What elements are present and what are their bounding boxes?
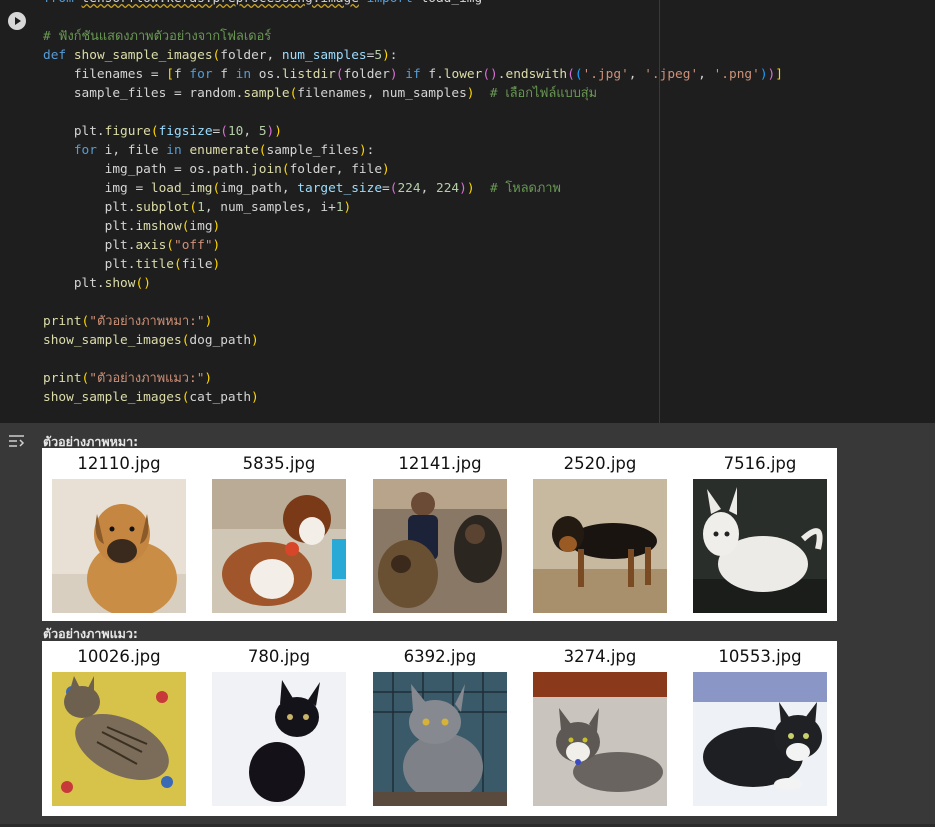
- code-line: plt.subplot(1, num_samples, i+1): [43, 200, 352, 215]
- dog-image-title: 2520.jpg: [563, 454, 637, 473]
- code-line: plt.axis("off"): [43, 238, 221, 253]
- dog-image-title: 5835.jpg: [242, 454, 316, 473]
- dog-image-title: 12110.jpg: [77, 454, 161, 473]
- code-line: show_sample_images(dog_path): [43, 333, 259, 348]
- output-settings-icon[interactable]: [7, 432, 27, 452]
- code-line: img = load_img(img_path, target_size=(22…: [43, 181, 561, 196]
- code-line: show_sample_images(cat_path): [43, 390, 259, 405]
- code-line: plt.title(file): [43, 257, 221, 272]
- code-line: plt.figure(figsize=(10, 5)): [43, 124, 282, 139]
- code-line: print("ตัวอย่างภาพแมว:"): [43, 371, 213, 386]
- cat-image-title: 10553.jpg: [718, 647, 802, 666]
- dog-image: [373, 479, 507, 613]
- run-cell-button[interactable]: [8, 12, 26, 30]
- code-line: plt.show(): [43, 276, 151, 291]
- dog-image: [52, 479, 186, 613]
- dog-image: [693, 479, 827, 613]
- code-line: sample_files = random.sample(filenames, …: [43, 86, 598, 101]
- code-line: img_path = os.path.join(folder, file): [43, 162, 390, 177]
- cat-image: [52, 672, 186, 806]
- cat-image: [212, 672, 346, 806]
- cat-image-title: 6392.jpg: [403, 647, 477, 666]
- dog-image-title: 12141.jpg: [398, 454, 482, 473]
- dog-image-title: 7516.jpg: [723, 454, 797, 473]
- code-line: from tensorflow.keras.preprocessing.imag…: [43, 0, 783, 8]
- cat-image: [533, 672, 667, 806]
- dog-image: [533, 479, 667, 613]
- code-cell[interactable]: from tensorflow.keras.preprocessing.imag…: [0, 0, 935, 423]
- cat-image-title: 780.jpg: [247, 647, 311, 666]
- dog-image: [212, 479, 346, 613]
- code-line: plt.imshow(img): [43, 219, 221, 234]
- cat-image: [693, 672, 827, 806]
- code-line: for i, file in enumerate(sample_files):: [73, 143, 375, 158]
- cell-output: ตัวอย่างภาพหมา: 12110.jpg 5835.jpg 12141…: [0, 423, 935, 827]
- code-line: filenames = [f for f in os.listdir(folde…: [43, 67, 783, 82]
- cat-image-title: 10026.jpg: [77, 647, 161, 666]
- code-editor[interactable]: from tensorflow.keras.preprocessing.imag…: [43, 0, 783, 407]
- cat-image-title: 3274.jpg: [563, 647, 637, 666]
- code-line: print("ตัวอย่างภาพหมา:"): [43, 314, 213, 329]
- code-line: # ฟังก์ชันแสดงภาพตัวอย่างจากโฟลเดอร์: [43, 29, 272, 44]
- cat-image: [373, 672, 507, 806]
- code-line: def show_sample_images(folder, num_sampl…: [43, 48, 398, 63]
- dog-figure: 12110.jpg 5835.jpg 12141.jpg 2520.jpg 75…: [42, 448, 837, 621]
- cat-figure: 10026.jpg 780.jpg 6392.jpg 3274.jpg 1055…: [42, 641, 837, 816]
